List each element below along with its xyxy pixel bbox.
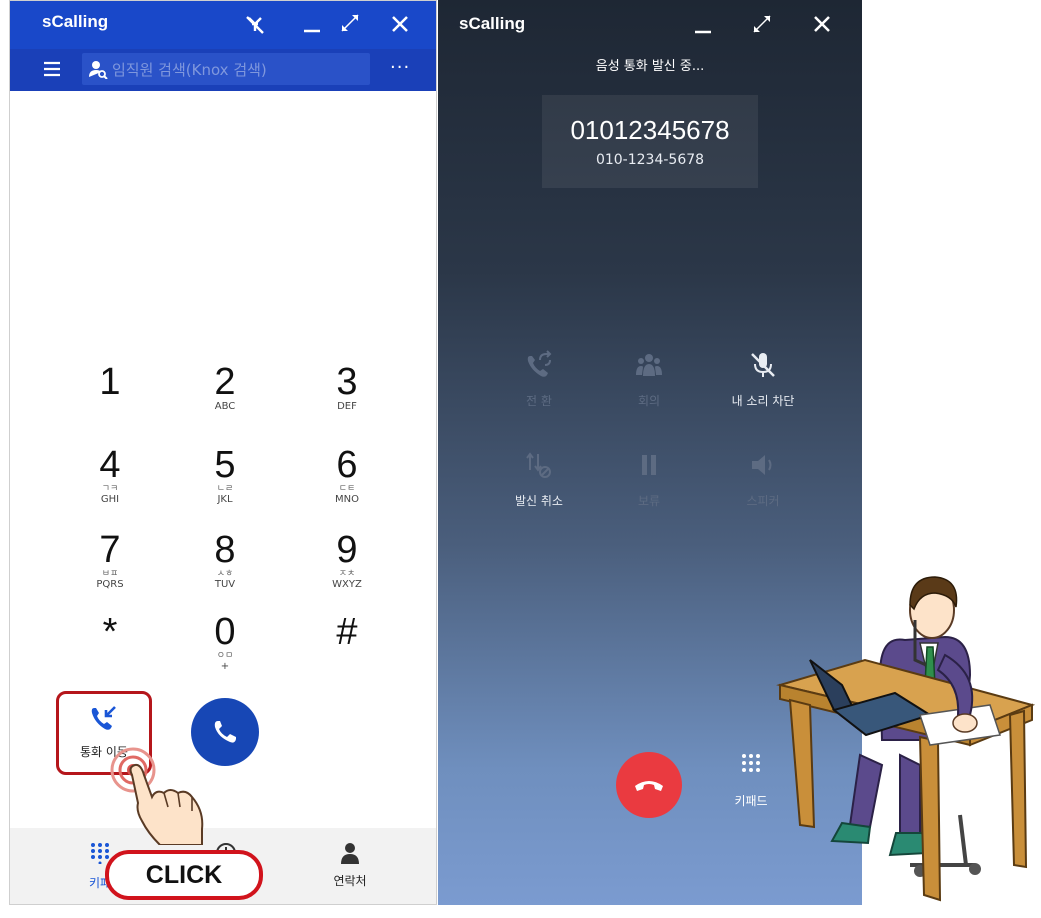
person-search-icon (88, 59, 108, 79)
end-call-icon (633, 774, 665, 796)
mute-icon (748, 350, 778, 380)
keypad-key[interactable]: * (65, 613, 155, 651)
mute-label: 내 소리 차단 (731, 394, 795, 408)
close-icon[interactable] (388, 12, 412, 36)
click-label: CLICK (145, 861, 223, 889)
speaker-icon (748, 450, 778, 480)
speaker-label: 스피커 (746, 494, 780, 508)
dialed-number: 01012345678 (570, 115, 730, 145)
dialed-number-formatted: 010-1234-5678 (595, 152, 705, 168)
key-digit: 9 (336, 529, 358, 571)
transfer-button[interactable]: 전 환 (494, 350, 584, 409)
keypad-key[interactable]: # (302, 613, 392, 651)
key-letters: JKL (217, 494, 233, 505)
conference-label: 회의 (637, 394, 661, 408)
key-digit: 2 (214, 361, 236, 403)
minimize-icon[interactable] (691, 12, 715, 36)
key-digit: 8 (214, 529, 236, 571)
key-digit: 0 (214, 611, 236, 653)
keypad-key[interactable]: 8 ㅅㅎ TUV (180, 531, 270, 590)
key-letters: + (220, 661, 230, 672)
key-letters: GHI (100, 494, 120, 505)
key-hangul: ㄷㅌ (338, 484, 356, 494)
key-hangul: ㅂㅍ (101, 569, 119, 579)
menu-icon[interactable] (43, 60, 61, 78)
hold-button[interactable]: 보류 (604, 450, 694, 509)
end-call-button[interactable] (616, 752, 682, 818)
key-digit: 7 (99, 529, 121, 571)
key-digit: 1 (99, 361, 121, 403)
conference-button[interactable]: 회의 (604, 350, 694, 409)
cancel-call-label: 발신 취소 (515, 494, 563, 508)
keypad-key[interactable]: 9 ㅈㅊ WXYZ (302, 531, 392, 590)
transfer-icon (524, 350, 554, 380)
close-icon[interactable] (810, 12, 834, 36)
key-digit: 6 (336, 444, 358, 486)
cancel-call-button[interactable]: 발신 취소 (494, 450, 584, 509)
keypad-key[interactable]: 7 ㅂㅍ PQRS (65, 531, 155, 590)
pointing-hand-illustration (108, 745, 218, 845)
keypad-key[interactable]: 2 ABC (180, 363, 270, 412)
speaker-button[interactable]: 스피커 (718, 450, 808, 509)
key-hangul: ㅅㅎ (216, 569, 234, 579)
key-hangul: ㄱㅋ (101, 484, 119, 494)
key-digit: # (336, 611, 358, 653)
key-letters: TUV (214, 579, 236, 590)
hold-label: 보류 (637, 494, 661, 508)
more-options-icon[interactable]: ··· (390, 57, 410, 78)
key-hangul: ㅇㅁ (216, 651, 234, 661)
key-digit: * (102, 611, 118, 653)
transfer-label: 전 환 (526, 394, 552, 408)
keypad-key[interactable]: 3 DEF (302, 363, 392, 412)
maximize-icon[interactable] (750, 12, 774, 36)
hold-icon (634, 450, 664, 480)
minimize-icon[interactable] (300, 11, 324, 35)
dialer-window: sCalling 임직원 검색(Knox 검색) ··· 1 2 ABC 3 DEF 4 ㄱ… (9, 0, 437, 905)
key-hangul: ㄴㄹ (216, 484, 234, 494)
call-forward-icon (89, 705, 119, 733)
unpin-icon[interactable] (243, 13, 267, 37)
keypad-grid-icon (90, 842, 110, 864)
keypad-key[interactable]: 0 ㅇㅁ + (180, 613, 270, 672)
contacts-icon (340, 842, 360, 864)
number-panel: 01012345678 010-1234-5678 (542, 95, 758, 188)
search-input[interactable]: 임직원 검색(Knox 검색) (82, 53, 370, 85)
key-digit: 5 (214, 444, 236, 486)
key-digit: 3 (336, 361, 358, 403)
search-placeholder: 임직원 검색(Knox 검색) (112, 61, 267, 79)
phone-icon (212, 719, 238, 745)
search-bar: 임직원 검색(Knox 검색) ··· (10, 49, 436, 91)
keypad-key[interactable]: 6 ㄷㅌ MNO (302, 446, 392, 505)
keypad-key[interactable]: 5 ㄴㄹ JKL (180, 446, 270, 505)
click-callout: CLICK (105, 850, 263, 900)
cancel-call-icon (524, 450, 554, 480)
conference-icon (634, 350, 664, 380)
businessman-illustration (770, 565, 1035, 915)
key-digit: 4 (99, 444, 121, 486)
dialer-titlebar: sCalling (10, 1, 436, 49)
keypad-key[interactable]: 1 (65, 363, 155, 401)
key-letters: ABC (214, 401, 236, 412)
maximize-icon[interactable] (338, 11, 362, 35)
calling-app-title: sCalling (459, 14, 526, 33)
nav-contacts[interactable]: 연락처 (320, 842, 380, 889)
app-title: sCalling (42, 12, 109, 31)
keypad-grid-icon (740, 752, 762, 776)
mute-button[interactable]: 내 소리 차단 (718, 350, 808, 409)
key-letters: DEF (337, 401, 357, 412)
key-letters: MNO (335, 494, 359, 505)
key-letters: PQRS (96, 579, 124, 590)
call-status: 음성 통화 발신 중... (595, 59, 705, 74)
keypad-key[interactable]: 4 ㄱㅋ GHI (65, 446, 155, 505)
nav-contacts-label: 연락처 (333, 874, 367, 888)
key-hangul: ㅈㅊ (338, 569, 356, 579)
key-letters: WXYZ (332, 579, 362, 590)
